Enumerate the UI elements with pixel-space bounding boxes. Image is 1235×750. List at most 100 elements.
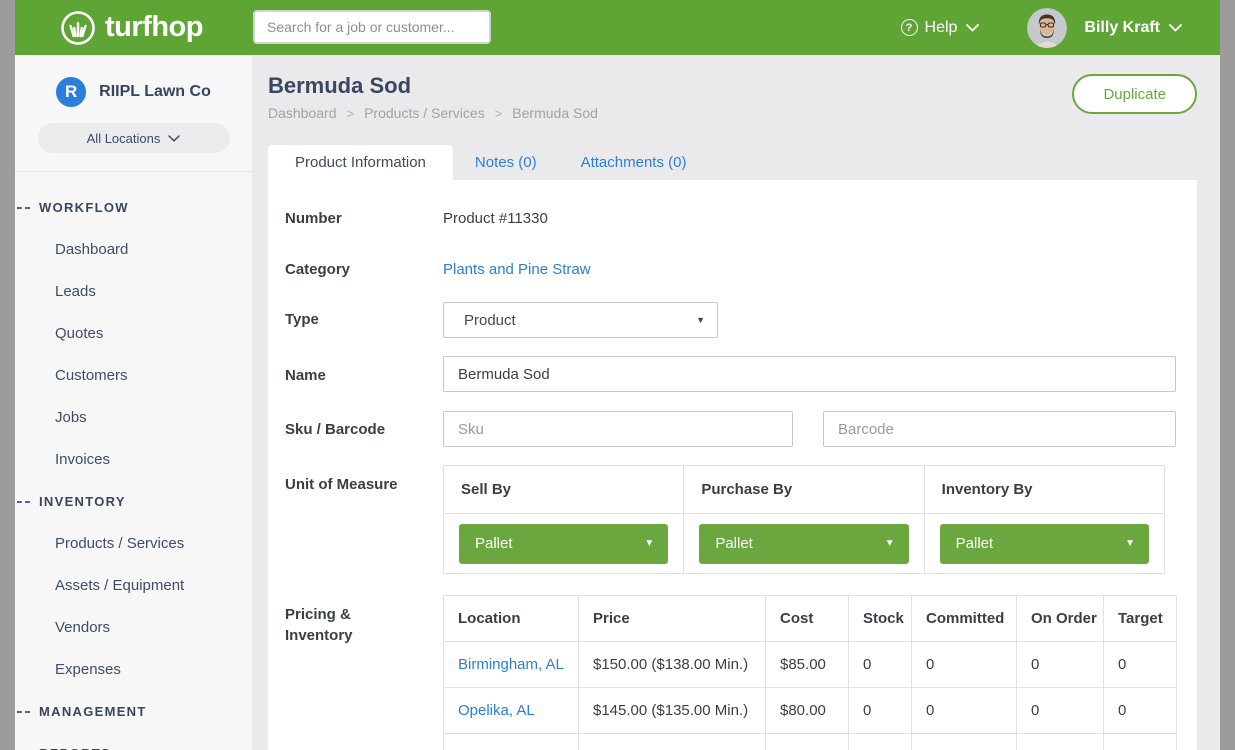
topbar-right-group: ? Help Billy Kraft [901,8,1182,48]
pricing-header-row: Location Price Cost Stock Committed On O… [444,596,1177,642]
sku-barcode-label: Sku / Barcode [285,421,385,438]
col-on-order: On Order [1017,596,1104,642]
sidebar-item-customers[interactable]: Customers [15,354,252,396]
committed-cell: 0 [912,688,1017,734]
breadcrumb-separator: > [347,106,355,121]
pricing-inventory-label: Pricing & Inventory [285,604,353,646]
company-block: R RIIPL Lawn Co All Locations [15,55,252,172]
uom-col-purchase-by: Purchase By [684,466,924,514]
col-target: Target [1104,596,1177,642]
type-select-value: Product [464,312,516,329]
page-title: Bermuda Sod [268,73,411,99]
sidebar-item-expenses[interactable]: Expenses [15,648,252,690]
col-location: Location [444,596,579,642]
target-cell: 0 [1104,642,1177,688]
category-label: Category [285,261,350,278]
table-row-partial [444,734,1177,750]
col-committed: Committed [912,596,1017,642]
sku-input[interactable] [443,411,793,447]
pricing-inventory-table: Location Price Cost Stock Committed On O… [443,595,1177,750]
help-icon: ? [901,19,918,36]
help-label: Help [925,19,958,37]
tab-bar: Product Information Notes (0) Attachment… [268,145,708,180]
uom-col-inventory-by: Inventory By [924,466,1164,514]
inventory-by-dropdown[interactable]: Pallet ▼ [940,524,1149,564]
name-input[interactable] [443,356,1176,392]
on-order-cell: 0 [1017,642,1104,688]
user-avatar[interactable] [1027,8,1067,48]
name-label: Name [285,367,326,384]
section-dash-icon [17,501,30,503]
sidebar-item-products-services[interactable]: Products / Services [15,522,252,564]
category-link[interactable]: Plants and Pine Straw [443,261,591,278]
location-selector-label: All Locations [87,131,161,146]
barcode-input[interactable] [823,411,1176,447]
sidebar-nav: WORKFLOW Dashboard Leads Quotes Customer… [15,172,252,750]
stock-cell: 0 [849,688,912,734]
app-window: turfhop ? Help Billy [15,0,1220,750]
nav-section-management[interactable]: MANAGEMENT [15,690,252,732]
breadcrumb: Dashboard > Products / Services > Bermud… [268,105,598,121]
target-cell: 0 [1104,688,1177,734]
breadcrumb-dashboard[interactable]: Dashboard [268,105,337,121]
dropdown-caret-icon: ▼ [1125,538,1135,549]
type-label: Type [285,311,319,328]
sell-by-value: Pallet [475,535,513,552]
section-dash-icon [17,207,30,209]
company-logo: R [56,77,86,107]
sidebar-item-assets-equipment[interactable]: Assets / Equipment [15,564,252,606]
logo[interactable]: turfhop [60,10,203,46]
price-cell: $145.00 ($135.00 Min.) [579,688,766,734]
sidebar-item-leads[interactable]: Leads [15,270,252,312]
logo-text: turfhop [105,11,203,44]
inventory-by-value: Pallet [956,535,994,552]
purchase-by-dropdown[interactable]: Pallet ▼ [699,524,908,564]
search-input[interactable] [253,10,491,44]
unit-of-measure-label: Unit of Measure [285,476,398,493]
tab-attachments[interactable]: Attachments (0) [559,145,709,180]
help-menu[interactable]: ? Help [901,19,980,37]
duplicate-button[interactable]: Duplicate [1072,74,1197,114]
grass-logo-icon [60,10,96,46]
nav-section-workflow: WORKFLOW [15,186,252,228]
dropdown-caret-icon: ▼ [885,538,895,549]
chevron-down-icon [168,135,180,142]
company-name: RIIPL Lawn Co [99,83,211,101]
col-cost: Cost [766,596,849,642]
nav-section-reports[interactable]: REPORTS [15,732,252,750]
sidebar: R RIIPL Lawn Co All Locations WORKFLOW D… [15,55,252,750]
uom-col-sell-by: Sell By [444,466,684,514]
price-cell: $150.00 ($138.00 Min.) [579,642,766,688]
sell-by-dropdown[interactable]: Pallet ▼ [459,524,668,564]
stock-cell: 0 [849,642,912,688]
dropdown-caret-icon: ▼ [644,538,654,549]
breadcrumb-products-services[interactable]: Products / Services [364,105,485,121]
product-information-panel: Number Product #11330 Category Plants an… [268,180,1197,750]
col-price: Price [579,596,766,642]
col-stock: Stock [849,596,912,642]
on-order-cell: 0 [1017,688,1104,734]
section-dash-icon [17,711,30,713]
chevron-down-icon[interactable] [1169,24,1182,32]
top-navigation-bar: turfhop ? Help Billy [15,0,1220,55]
number-value: Product #11330 [443,210,548,227]
table-row: Birmingham, AL $150.00 ($138.00 Min.) $8… [444,642,1177,688]
purchase-by-value: Pallet [715,535,753,552]
location-link[interactable]: Birmingham, AL [444,642,579,688]
user-name[interactable]: Billy Kraft [1084,19,1160,37]
sidebar-item-jobs[interactable]: Jobs [15,396,252,438]
sidebar-item-dashboard[interactable]: Dashboard [15,228,252,270]
sidebar-item-quotes[interactable]: Quotes [15,312,252,354]
sidebar-item-vendors[interactable]: Vendors [15,606,252,648]
select-caret-icon: ▼ [696,315,705,325]
cost-cell: $85.00 [766,642,849,688]
breadcrumb-current: Bermuda Sod [512,105,598,121]
tab-notes[interactable]: Notes (0) [453,145,559,180]
location-selector[interactable]: All Locations [38,123,230,153]
tab-product-information[interactable]: Product Information [268,145,453,180]
type-select[interactable]: Product ▼ [443,302,718,338]
location-link[interactable]: Opelika, AL [444,688,579,734]
chevron-down-icon [966,24,979,32]
sidebar-item-invoices[interactable]: Invoices [15,438,252,480]
breadcrumb-separator: > [495,106,503,121]
